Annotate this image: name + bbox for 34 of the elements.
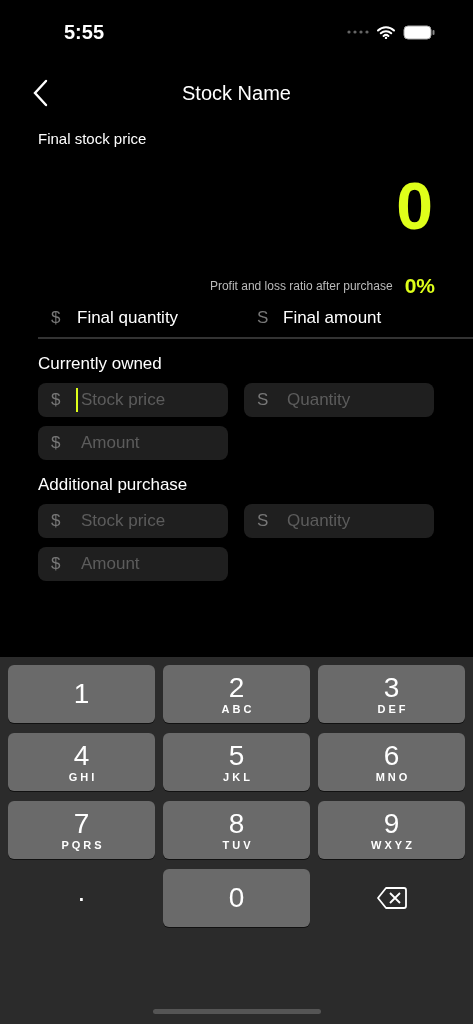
ratio-label: Profit and loss ratio after purchase <box>209 279 393 293</box>
section-title: Currently owned <box>38 354 163 374</box>
keyboard-key[interactable]: 6 MNO <box>318 733 465 791</box>
currency-symbol: $ <box>51 391 62 409</box>
wifi-icon <box>377 25 395 39</box>
final-price-value: 0 <box>396 173 433 245</box>
final-price-label: Final stock price <box>38 130 148 147</box>
currency-symbol: $ <box>51 512 62 530</box>
keyboard-key[interactable]: 4 GHI <box>8 733 155 791</box>
decimal-key[interactable]: . <box>8 869 155 927</box>
currency-symbol: $ <box>51 308 62 328</box>
currency-symbol: S <box>257 308 270 328</box>
keyboard-key[interactable]: 1 <box>8 665 155 723</box>
back-icon[interactable] <box>32 79 48 107</box>
keyboard-key[interactable]: 9 WXYZ <box>318 801 465 859</box>
currency-symbol: $ <box>51 434 62 452</box>
section-title: Additional purchase <box>38 475 189 495</box>
page-title: Stock Name <box>182 81 291 105</box>
keyboard-key[interactable]: 0 <box>163 869 310 927</box>
ratio-value: 0% <box>404 274 435 298</box>
currency-symbol: S <box>257 391 270 409</box>
keyboard-key[interactable]: 5 JKL <box>163 733 310 791</box>
keyboard-key[interactable]: 3 DEF <box>318 665 465 723</box>
keyboard-key[interactable]: 7 PQRS <box>8 801 155 859</box>
status-time: 5:55 <box>64 20 105 44</box>
battery-icon <box>403 24 435 40</box>
final-label: Final quantity <box>77 308 179 328</box>
keyboard-key[interactable]: 2 ABC <box>163 665 310 723</box>
final-label: Final amount <box>283 308 382 328</box>
keyboard-key[interactable]: 8 TUV <box>163 801 310 859</box>
currency-symbol: $ <box>51 555 62 573</box>
signal-dots-icon <box>347 30 369 34</box>
currency-symbol: S <box>257 512 270 530</box>
backspace-icon[interactable] <box>376 886 407 910</box>
